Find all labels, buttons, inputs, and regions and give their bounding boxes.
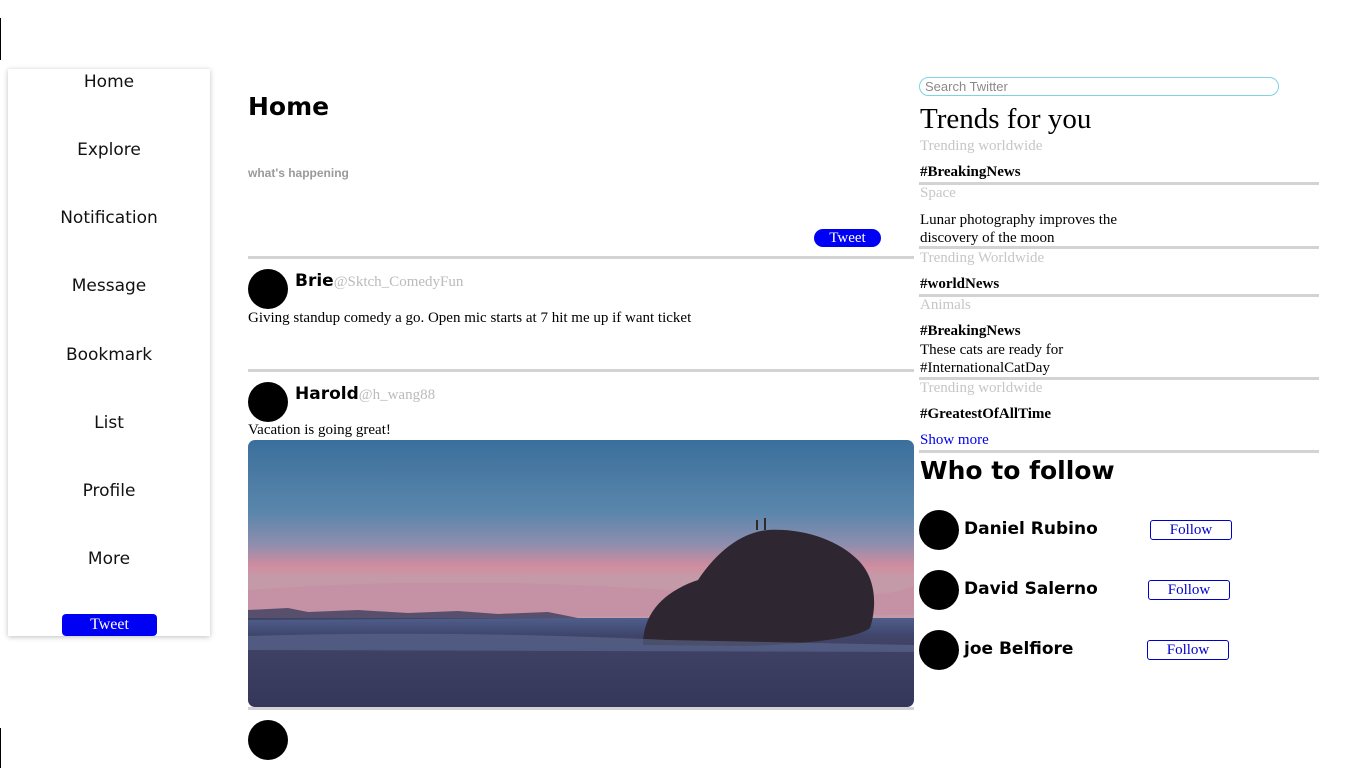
follow-button[interactable]: Follow (1147, 640, 1229, 660)
avatar[interactable] (919, 570, 959, 610)
sidebar-item-explore[interactable]: Explore (8, 140, 210, 160)
sidebar-item-bookmark[interactable]: Bookmark (8, 345, 210, 365)
follow-suggestion: David Salerno Follow (919, 570, 1319, 610)
trend-category: Trending worldwide (920, 138, 1043, 154)
trend-hashtag[interactable]: #BreakingNews (920, 164, 1021, 181)
trend-hashtag[interactable]: #worldNews (920, 276, 999, 293)
post-author-handle: @Sktch_ComedyFun (333, 274, 464, 290)
trend-hashtag[interactable]: #BreakingNews (920, 323, 1021, 340)
divider (248, 256, 914, 259)
trend-category: Trending Worldwide (920, 250, 1045, 266)
sidebar-item-notification[interactable]: Notification (8, 208, 210, 228)
divider (919, 294, 1319, 297)
window-edge-mark (0, 18, 1, 60)
follow-user-name[interactable]: Daniel Rubino (964, 519, 1098, 539)
tweet-post: Harold@h_wang88 Vacation is going great! (248, 382, 914, 707)
post-text: Giving standup comedy a go. Open mic sta… (248, 310, 692, 326)
compose-input[interactable] (248, 163, 888, 183)
avatar[interactable] (248, 382, 288, 422)
follow-button[interactable]: Follow (1150, 520, 1232, 540)
window-edge-mark (0, 728, 1, 768)
trend-category: Trending worldwide (920, 380, 1043, 396)
divider (248, 369, 914, 372)
post-author-handle: @h_wang88 (358, 387, 436, 403)
follow-suggestion: joe Belfiore Follow (919, 630, 1319, 670)
trend-text[interactable]: These cats are ready for #InternationalC… (920, 341, 1120, 377)
compose-tweet-button[interactable]: Tweet (814, 229, 881, 247)
post-author[interactable]: Harold@h_wang88 (295, 384, 435, 404)
sidebar-item-message[interactable]: Message (8, 276, 210, 296)
sidebar-item-more[interactable]: More (8, 549, 210, 569)
trend-category: Space (920, 185, 956, 201)
sidebar-item-list[interactable]: List (8, 413, 210, 433)
right-sidebar: Trends for you Trending worldwide #Break… (919, 0, 1319, 768)
page-title: Home (248, 92, 330, 121)
sidebar-item-home[interactable]: Home (8, 72, 210, 92)
main-feed: Home Tweet Brie@Sktch_ComedyFun Giving s… (248, 0, 914, 768)
trend-hashtag[interactable]: #GreatestOfAllTime (920, 406, 1051, 423)
sidebar-tweet-button[interactable]: Tweet (62, 614, 157, 636)
divider (248, 707, 914, 710)
post-image[interactable] (248, 440, 914, 707)
show-more-link[interactable]: Show more (920, 432, 989, 449)
trend-category: Animals (920, 297, 971, 313)
follow-suggestion: Daniel Rubino Follow (919, 510, 1319, 550)
trends-title: Trends for you (920, 103, 1092, 135)
who-to-follow-title: Who to follow (920, 456, 1115, 485)
sidebar: Home Explore Notification Message Bookma… (8, 69, 210, 636)
avatar[interactable] (248, 269, 288, 309)
post-text: Vacation is going great! (248, 422, 391, 438)
follow-button[interactable]: Follow (1148, 580, 1230, 600)
post-author-name: Harold (295, 384, 359, 404)
trend-text[interactable]: Lunar photography improves the discovery… (920, 211, 1150, 247)
sidebar-item-profile[interactable]: Profile (8, 481, 210, 501)
avatar[interactable] (919, 510, 959, 550)
search-input[interactable] (919, 77, 1279, 96)
tweet-post: Brie@Sktch_ComedyFun Giving standup come… (248, 269, 914, 369)
divider (919, 246, 1319, 249)
avatar[interactable] (248, 720, 288, 760)
follow-user-name[interactable]: David Salerno (964, 579, 1098, 599)
post-author-name: Brie (295, 271, 334, 291)
divider (919, 182, 1319, 185)
avatar[interactable] (919, 630, 959, 670)
divider (919, 450, 1319, 453)
post-author[interactable]: Brie@Sktch_ComedyFun (295, 271, 463, 291)
follow-user-name[interactable]: joe Belfiore (964, 639, 1073, 659)
